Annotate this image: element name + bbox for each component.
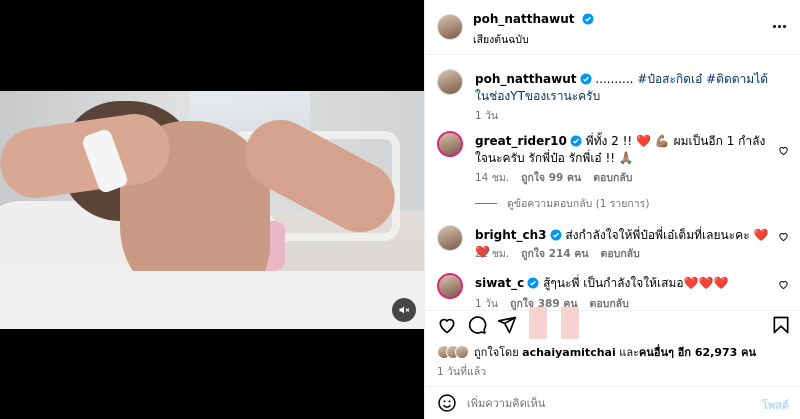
post-timestamp[interactable]: 1 วันที่แล้ว bbox=[437, 363, 486, 380]
share-icon[interactable] bbox=[497, 315, 517, 335]
post-side-panel: poh_natthawut เสียงต้นฉบับ poh_natthawut… bbox=[424, 0, 800, 419]
caption-avatar[interactable] bbox=[437, 69, 463, 95]
commenter-avatar[interactable] bbox=[437, 225, 463, 251]
verified-icon bbox=[550, 229, 561, 241]
commenter-avatar[interactable] bbox=[437, 131, 463, 157]
author-username[interactable]: poh_natthawut bbox=[473, 12, 575, 26]
caption-username[interactable]: poh_natthawut bbox=[475, 72, 577, 86]
heart-icon[interactable] bbox=[437, 315, 457, 335]
comment-icon[interactable] bbox=[467, 315, 487, 335]
liked-by-row: ถูกใจโดย achaiyamitchai และคนอื่นๆ อีก 6… bbox=[437, 343, 756, 361]
commenter-avatar[interactable] bbox=[437, 273, 463, 299]
instagram-post-modal: poh_natthawut เสียงต้นฉบับ poh_natthawut… bbox=[0, 0, 800, 419]
post-media bbox=[0, 0, 424, 419]
comment-time: 22 ชม. bbox=[475, 248, 510, 260]
caption-time: 1 วัน bbox=[475, 110, 499, 122]
reply-button[interactable]: ตอบกลับ bbox=[593, 172, 632, 184]
comment-like-icon[interactable] bbox=[778, 145, 789, 156]
post-comment-button[interactable]: โพสต์ bbox=[762, 396, 789, 414]
liked-by-user[interactable]: achaiyamitchai bbox=[522, 346, 616, 359]
likes-count[interactable]: คนอื่นๆ อีก 62,973 คน bbox=[639, 346, 756, 359]
verified-icon bbox=[570, 135, 582, 147]
commenter-username[interactable]: siwat_c bbox=[475, 276, 524, 290]
post-video[interactable] bbox=[0, 91, 424, 329]
verified-icon bbox=[582, 13, 594, 25]
audio-label[interactable]: เสียงต้นฉบับ bbox=[473, 31, 529, 48]
reply-button[interactable]: ตอบกลับ bbox=[601, 248, 640, 260]
post-actions: ถูกใจโดย achaiyamitchai และคนอื่นๆ อีก 6… bbox=[425, 307, 800, 385]
post-header: poh_natthawut เสียงต้นฉบับ bbox=[425, 0, 800, 55]
commenter-username[interactable]: great_rider10 bbox=[475, 134, 567, 148]
comment-likes[interactable]: ถูกใจ 99 คน bbox=[521, 172, 581, 184]
comment-text: สู้ๆนะพี่ เป็นกำลังใจให้เสมอ❤️❤️❤️ bbox=[539, 276, 729, 290]
reply-button[interactable]: ตอบกลับ bbox=[590, 298, 629, 310]
caption-text: .......... bbox=[591, 72, 638, 86]
comments-list: poh_natthawut .......... #ป๋อสะกิดเอ๋ #ต… bbox=[425, 55, 800, 310]
comment-input[interactable] bbox=[467, 393, 747, 413]
commenter-username[interactable]: bright_ch3 bbox=[475, 228, 547, 242]
mute-icon bbox=[399, 306, 410, 314]
add-comment-bar: โพสต์ bbox=[425, 386, 800, 419]
comment-likes[interactable]: ถูกใจ 214 คน bbox=[521, 248, 588, 260]
emoji-icon[interactable] bbox=[437, 393, 457, 413]
more-icon[interactable] bbox=[773, 18, 789, 34]
view-replies-link[interactable]: ดูข้อความตอบกลับ (1 รายการ) bbox=[475, 195, 649, 212]
bookmark-icon[interactable] bbox=[771, 315, 791, 335]
author-avatar[interactable] bbox=[437, 14, 463, 40]
verified-icon bbox=[580, 73, 591, 85]
comment-like-icon[interactable] bbox=[778, 279, 789, 290]
mute-button[interactable] bbox=[392, 298, 416, 322]
comment-like-icon[interactable] bbox=[778, 231, 789, 242]
verified-icon bbox=[527, 277, 539, 289]
liker-avatar bbox=[455, 345, 469, 359]
comment-time: 14 ชม. bbox=[475, 172, 510, 184]
comment-time: 1 วัน bbox=[475, 298, 499, 310]
